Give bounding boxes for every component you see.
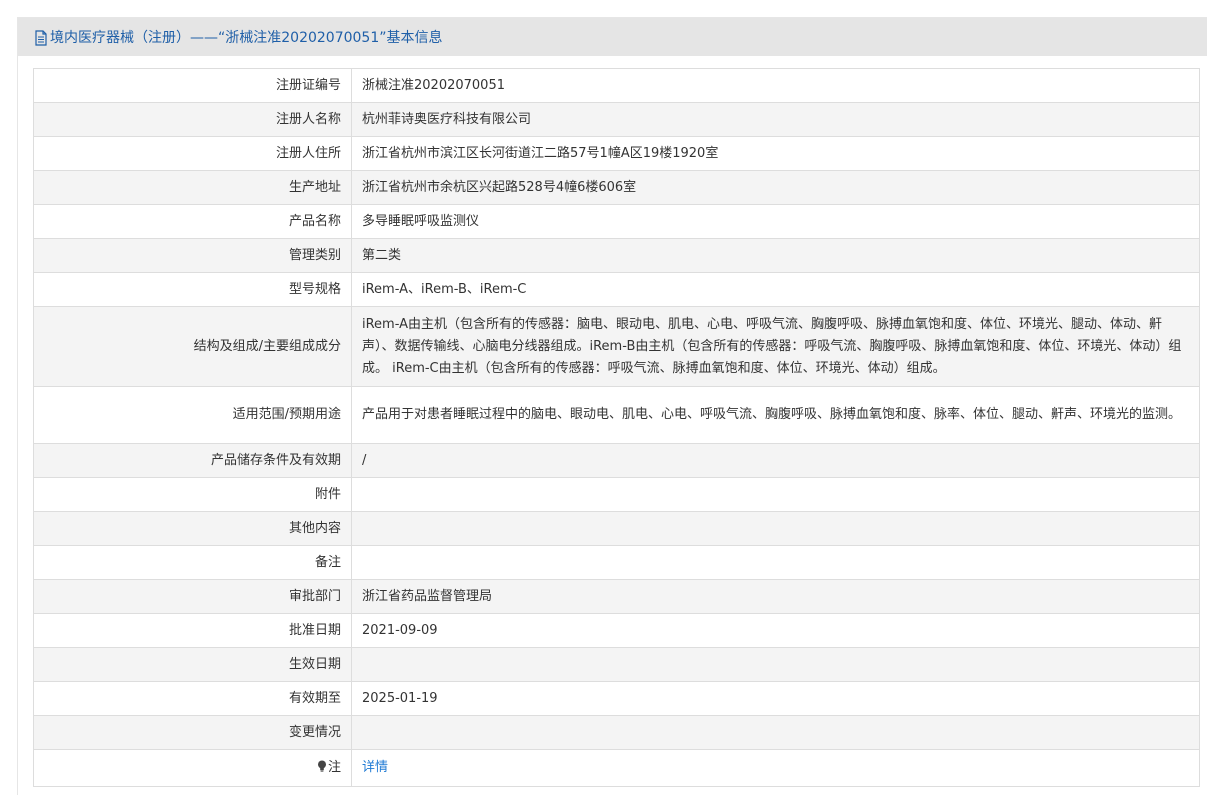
row-value xyxy=(351,647,1200,682)
table-row: 附件 xyxy=(33,477,1200,512)
row-label: 批准日期 xyxy=(33,613,352,648)
row-label: 注册证编号 xyxy=(33,68,352,103)
table-row: 备注 xyxy=(33,545,1200,580)
row-label: 管理类别 xyxy=(33,238,352,273)
row-value: 浙江省杭州市余杭区兴起路528号4幢6楼606室 xyxy=(351,170,1200,205)
row-label: 适用范围/预期用途 xyxy=(33,386,352,444)
row-value: 浙江省杭州市滨江区长河街道江二路57号1幢A区19楼1920室 xyxy=(351,136,1200,171)
row-value: 多导睡眠呼吸监测仪 xyxy=(351,204,1200,239)
row-value xyxy=(351,545,1200,580)
row-label: 型号规格 xyxy=(33,272,352,307)
row-label: 其他内容 xyxy=(33,511,352,546)
table-row: 变更情况 xyxy=(33,715,1200,750)
row-value xyxy=(351,511,1200,546)
table-row: 有效期至 2025-01-19 xyxy=(33,681,1200,716)
note-label: 注 xyxy=(327,760,341,775)
row-value: 浙械注准20202070051 xyxy=(351,68,1200,103)
row-value: 产品用于对患者睡眠过程中的脑电、眼动电、肌电、心电、呼吸气流、胸腹呼吸、脉搏血氧… xyxy=(351,386,1200,444)
details-link[interactable]: 详情 xyxy=(362,760,388,775)
panel-header: 境内医疗器械（注册）——“浙械注准20202070051”基本信息 xyxy=(18,18,1207,56)
row-label: 产品名称 xyxy=(33,204,352,239)
document-icon xyxy=(34,30,48,46)
detail-table: 注册证编号 浙械注准20202070051 注册人名称 杭州菲诗奥医疗科技有限公… xyxy=(33,68,1200,787)
row-value: iRem-A由主机（包含所有的传感器：脑电、眼动电、肌电、心电、呼吸气流、胸腹呼… xyxy=(351,306,1200,387)
info-panel: 境内医疗器械（注册）——“浙械注准20202070051”基本信息 注册证编号 … xyxy=(17,17,1207,795)
lightbulb-icon xyxy=(317,758,327,772)
row-value: 第二类 xyxy=(351,238,1200,273)
row-value: 浙江省药品监督管理局 xyxy=(351,579,1200,614)
page-title: 境内医疗器械（注册）——“浙械注准20202070051”基本信息 xyxy=(50,30,443,46)
table-row: 产品储存条件及有效期 / xyxy=(33,443,1200,478)
table-row: 结构及组成/主要组成成分 iRem-A由主机（包含所有的传感器：脑电、眼动电、肌… xyxy=(33,306,1200,387)
table-row: 生效日期 xyxy=(33,647,1200,682)
row-value: / xyxy=(351,443,1200,478)
row-label: 注册人住所 xyxy=(33,136,352,171)
row-value: iRem-A、iRem-B、iRem-C xyxy=(351,272,1200,307)
row-label: 生产地址 xyxy=(33,170,352,205)
page: 境内医疗器械（注册）——“浙械注准20202070051”基本信息 注册证编号 … xyxy=(0,0,1207,795)
table-row: 生产地址 浙江省杭州市余杭区兴起路528号4幢6楼606室 xyxy=(33,170,1200,205)
table-row: 适用范围/预期用途 产品用于对患者睡眠过程中的脑电、眼动电、肌电、心电、呼吸气流… xyxy=(33,386,1200,444)
table-row: 注册证编号 浙械注准20202070051 xyxy=(33,68,1200,103)
row-value xyxy=(351,715,1200,750)
table-row: 管理类别 第二类 xyxy=(33,238,1200,273)
row-value: 2021-09-09 xyxy=(351,613,1200,648)
table-row: 注册人名称 杭州菲诗奥医疗科技有限公司 xyxy=(33,102,1200,137)
table-row: 其他内容 xyxy=(33,511,1200,546)
table-row: 产品名称 多导睡眠呼吸监测仪 xyxy=(33,204,1200,239)
note-label-cell: 注 xyxy=(33,749,352,787)
row-value: 杭州菲诗奥医疗科技有限公司 xyxy=(351,102,1200,137)
note-row: 注 详情 xyxy=(33,749,1200,787)
table-row: 型号规格 iRem-A、iRem-B、iRem-C xyxy=(33,272,1200,307)
row-value xyxy=(351,477,1200,512)
note-value-cell: 详情 xyxy=(351,749,1200,787)
row-label: 备注 xyxy=(33,545,352,580)
table-row: 批准日期 2021-09-09 xyxy=(33,613,1200,648)
table-row: 审批部门 浙江省药品监督管理局 xyxy=(33,579,1200,614)
row-label: 变更情况 xyxy=(33,715,352,750)
row-label: 附件 xyxy=(33,477,352,512)
row-value: 2025-01-19 xyxy=(351,681,1200,716)
row-label: 结构及组成/主要组成成分 xyxy=(33,306,352,387)
row-label: 生效日期 xyxy=(33,647,352,682)
table-row: 注册人住所 浙江省杭州市滨江区长河街道江二路57号1幢A区19楼1920室 xyxy=(33,136,1200,171)
row-label: 审批部门 xyxy=(33,579,352,614)
row-label: 产品储存条件及有效期 xyxy=(33,443,352,478)
row-label: 有效期至 xyxy=(33,681,352,716)
row-label: 注册人名称 xyxy=(33,102,352,137)
